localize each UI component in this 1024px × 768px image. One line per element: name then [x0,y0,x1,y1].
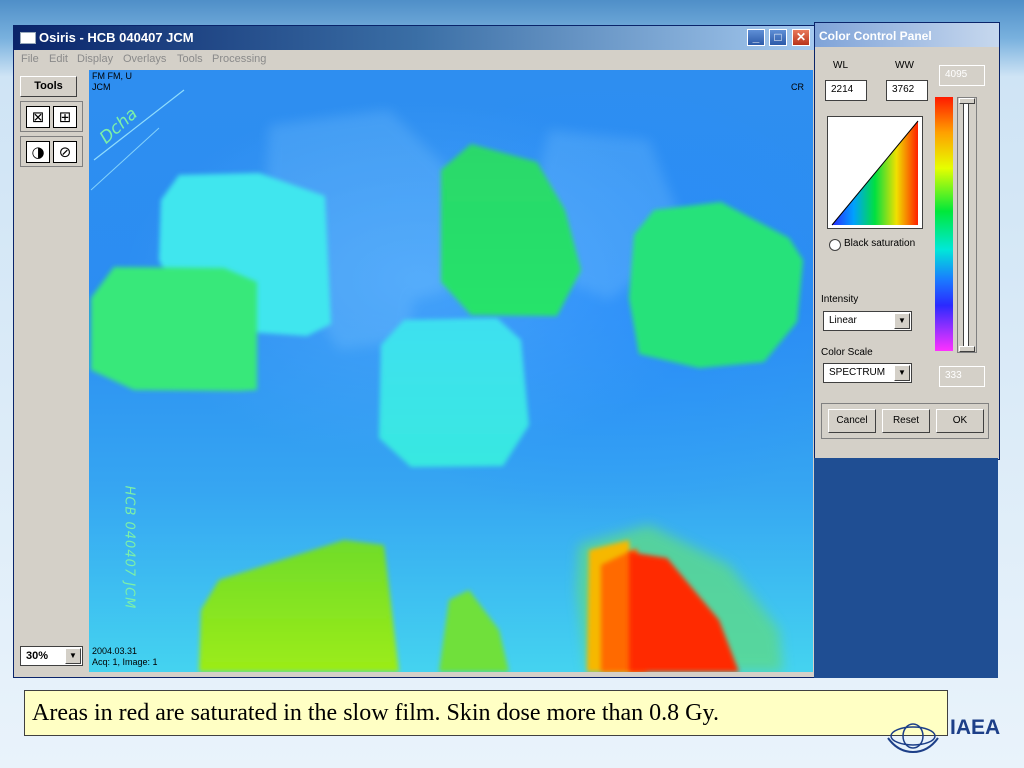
color-control-panel: Color Control Panel WL WW 2214 3762 4095… [814,22,1000,460]
scale-min-field: 333 [939,366,985,387]
maximize-button[interactable]: □ [769,29,787,46]
invert-icon[interactable]: ⊘ [53,141,77,163]
ok-button[interactable]: OK [936,409,984,433]
slide-caption: Areas in red are saturated in the slow f… [24,690,948,736]
menu-overlays[interactable]: Overlays [123,53,166,65]
menu-file[interactable]: File [21,53,39,65]
dose-field-cyan-2 [379,318,529,467]
overlay-top-left-line1: FM FM, U [92,71,132,81]
menu-tools[interactable]: Tools [177,53,203,65]
color-scale-value: SPECTRUM [829,367,886,378]
scale-max-field: 4095 [939,65,985,86]
menu-display[interactable]: Display [77,53,113,65]
overlay-top-right: CR [791,82,804,92]
minimize-button[interactable]: _ [747,29,765,46]
osiris-window: Osiris - HCB 040407 JCM _ □ ✕ File Edit … [13,25,817,678]
dose-field-green-1 [91,267,257,391]
fit-to-window-icon[interactable]: ⊠ [26,106,50,128]
panel-title: Color Control Panel [819,29,932,43]
color-preview [827,116,923,229]
panel-button-group: Cancel Reset OK [821,403,989,439]
wl-input[interactable]: 2214 [825,80,867,101]
window-slider-track[interactable] [957,97,977,353]
chevron-down-icon[interactable]: ▼ [894,365,910,381]
dose-field-bottom-2 [439,590,509,672]
dose-field-bottom-1 [199,540,399,672]
ww-label: WW [895,60,914,71]
intensity-select[interactable]: Linear ▼ [823,311,912,331]
black-saturation-label: Black saturation [844,238,916,249]
color-ramp-triangle [831,120,919,226]
overlay-top-left-line2: JCM [92,82,111,92]
contrast-icon[interactable]: ◑ [26,141,50,163]
iaea-emblem-icon [887,723,939,754]
color-scale-label: Color Scale [821,347,873,358]
title-bar[interactable]: Osiris - HCB 040407 JCM _ □ ✕ [14,26,816,50]
black-saturation-radio[interactable] [829,239,841,251]
ww-input[interactable]: 3762 [886,80,928,101]
dose-map-image [90,89,803,672]
iaea-logo-text: IAEA [950,716,1001,739]
close-button[interactable]: ✕ [792,29,810,46]
zoom-select[interactable]: 30% ▼ [20,646,83,666]
intensity-value: Linear [829,315,857,326]
panel-title-bar[interactable]: Color Control Panel [815,23,999,47]
overlay-acquisition: Acq: 1, Image: 1 [92,657,158,667]
dose-field-green-3 [629,202,803,368]
color-scale-select[interactable]: SPECTRUM ▼ [823,363,912,383]
intensity-label: Intensity [821,294,859,305]
cancel-button[interactable]: Cancel [828,409,876,433]
menu-edit[interactable]: Edit [49,53,68,65]
zoom-tool-group: ⊠ ⊞ [20,101,83,132]
display-tool-group: ◑ ⊘ [20,136,83,167]
shrink-icon[interactable]: ⊞ [53,106,77,128]
image-viewport[interactable]: FM FM, U JCM CR 2004.03.31 Acq: 1, Image… [89,70,813,672]
reset-button[interactable]: Reset [882,409,930,433]
menu-bar: File Edit Display Overlays Tools Process… [14,50,816,70]
color-scale-bar [935,97,953,351]
menu-processing[interactable]: Processing [212,53,266,65]
tools-button[interactable]: Tools [20,76,77,97]
chevron-down-icon[interactable]: ▼ [894,313,910,329]
caption-text: Areas in red are saturated in the slow f… [32,700,719,726]
slider-bottom-handle[interactable] [959,346,975,352]
desktop-background [814,458,998,678]
app-icon [20,32,36,44]
zoom-value: 30% [26,650,49,662]
handwritten-side-note: HCB 040407 JCM [121,485,137,610]
slider-top-handle[interactable] [959,98,975,104]
wl-label: WL [833,60,848,71]
overlay-date: 2004.03.31 [92,646,138,656]
chevron-down-icon[interactable]: ▼ [65,648,81,664]
window-title: Osiris - HCB 040407 JCM [39,30,194,45]
